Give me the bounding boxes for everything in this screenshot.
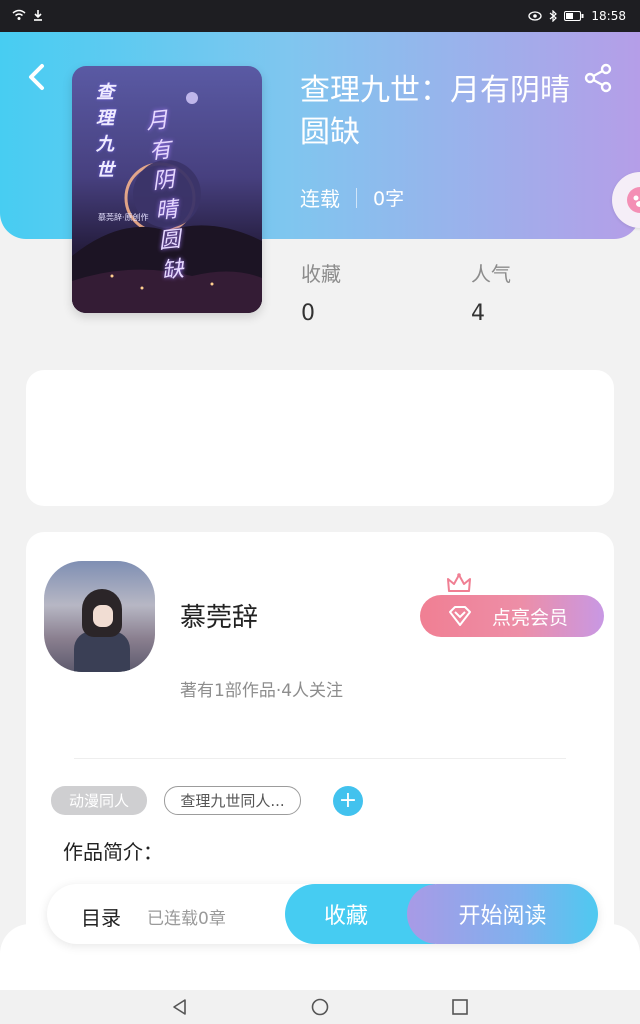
avatar-figure-body xyxy=(74,631,130,672)
tag-series-fanfic[interactable]: 查理九世同人... xyxy=(164,786,301,815)
system-nav-bar xyxy=(0,990,640,1024)
vip-button-label: 点亮会员 xyxy=(492,606,569,629)
toc-chapter-count[interactable]: 已连载0章 xyxy=(147,904,226,929)
author-name[interactable]: 慕莞辞 xyxy=(180,597,258,634)
status-divider xyxy=(356,187,357,208)
share-button[interactable] xyxy=(582,62,614,94)
wifi-icon xyxy=(12,9,26,20)
avatar[interactable] xyxy=(44,561,155,672)
toc-button[interactable]: 目录 xyxy=(81,902,121,931)
bluetooth-icon xyxy=(550,10,558,22)
download-icon xyxy=(34,10,42,21)
plus-icon: + xyxy=(338,788,358,813)
book-title: 查理九世：月有阴晴圆缺 xyxy=(300,73,570,150)
tag-anime-fanfic[interactable]: 动漫同人 xyxy=(51,786,147,815)
status-time: 18:58 xyxy=(591,9,626,23)
word-count: 0字 xyxy=(373,188,405,210)
empty-info-card xyxy=(26,370,614,506)
paw-icon xyxy=(627,187,640,213)
back-button[interactable] xyxy=(22,62,52,92)
stat-favorites: 收藏 0 xyxy=(301,258,341,326)
stat-favorites-label: 收藏 xyxy=(301,262,341,286)
add-tag-button[interactable]: + xyxy=(333,786,363,816)
author-meta: 著有1部作品·4人关注 xyxy=(180,681,344,701)
book-status: 连载 0字 xyxy=(300,183,404,212)
cover-author: 慕莞辞·原创作 xyxy=(98,213,149,222)
battery-icon xyxy=(564,11,584,21)
vip-button[interactable]: 点亮会员 xyxy=(420,595,604,637)
eye-icon xyxy=(528,11,543,21)
share-icon xyxy=(584,63,612,93)
stat-favorites-value: 0 xyxy=(301,301,315,326)
nav-back-icon[interactable] xyxy=(171,998,189,1016)
stat-popularity-value: 4 xyxy=(471,301,485,326)
nav-recent-apps-icon[interactable] xyxy=(452,999,468,1015)
nav-home-icon[interactable] xyxy=(311,998,329,1016)
cover-title-left: 查理九世 xyxy=(96,82,114,181)
status-bar: 18:58 xyxy=(0,0,640,32)
stat-popularity: 人气 4 xyxy=(471,258,511,326)
start-reading-button[interactable]: 开始阅读 xyxy=(407,884,598,944)
chevron-left-icon xyxy=(29,64,44,90)
section-divider xyxy=(74,758,566,759)
start-reading-label: 开始阅读 xyxy=(458,904,547,929)
intro-label: 作品简介： xyxy=(63,840,163,864)
stat-popularity-label: 人气 xyxy=(471,262,511,286)
serial-status: 连载 xyxy=(300,187,340,211)
favorite-button-label: 收藏 xyxy=(323,904,368,929)
crown-icon xyxy=(447,573,471,592)
action-bar: 目录 已连载0章 收藏 开始阅读 xyxy=(47,884,598,944)
diamond-icon xyxy=(449,606,471,626)
book-cover[interactable]: 查理九世 月有阴晴圆缺 慕莞辞·原创作 xyxy=(72,66,262,313)
avatar-figure-face xyxy=(93,605,113,627)
